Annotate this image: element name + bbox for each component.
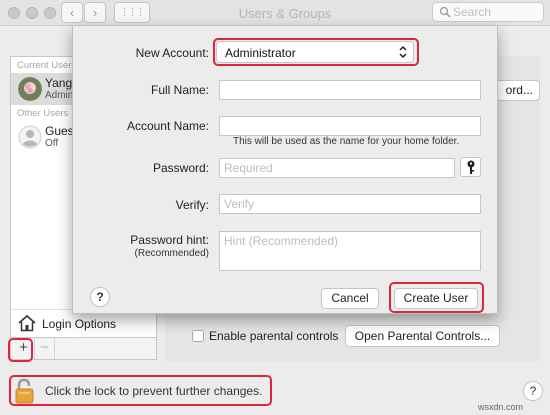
account-name-field[interactable]: [219, 116, 481, 136]
verify-field[interactable]: Verify: [219, 194, 481, 214]
window-title: Users & Groups: [238, 6, 332, 21]
password-hint-sublabel: (Recommended): [134, 248, 209, 259]
avatar-icon: [18, 77, 42, 101]
search-placeholder: Search: [453, 5, 492, 19]
lock-highlight: [9, 375, 272, 406]
account-name-hint: This will be used as the name for your h…: [233, 136, 460, 147]
title-bar: ‹ › ⋮⋮⋮ Users & Groups Search: [0, 0, 550, 26]
key-icon: [467, 160, 475, 174]
full-name-label: Full Name:: [150, 83, 209, 97]
account-name-label: Account Name:: [126, 119, 209, 133]
login-options-label: Login Options: [42, 317, 117, 331]
watermark: wsxdn.com: [478, 402, 524, 412]
house-icon: [18, 314, 36, 332]
password-field[interactable]: Required: [219, 158, 455, 178]
show-all-button[interactable]: ⋮⋮⋮: [114, 2, 150, 23]
open-parental-controls-button[interactable]: Open Parental Controls...: [345, 325, 500, 347]
guest-user-name: Gues: [45, 124, 74, 138]
other-users-label: Other Users: [17, 108, 69, 119]
parental-controls-checkbox[interactable]: [192, 330, 204, 342]
full-name-field[interactable]: [219, 80, 481, 100]
password-hint-field[interactable]: Hint (Recommended): [219, 231, 481, 271]
current-user-name: Yang: [45, 76, 73, 90]
password-hint-label: Password hint:: [130, 233, 209, 247]
account-type-highlight: [213, 38, 419, 66]
guest-user-status: Off: [45, 138, 59, 149]
current-user-role: Admin: [45, 90, 74, 101]
current-users-label: Current User: [17, 60, 72, 71]
verify-label: Verify:: [175, 198, 209, 212]
person-icon: [18, 125, 42, 149]
add-button-highlight: [8, 338, 33, 362]
create-user-highlight: [389, 282, 484, 313]
parental-controls-label: Enable parental controls: [209, 329, 339, 343]
minimize-window-button[interactable]: [26, 7, 38, 19]
cancel-button[interactable]: Cancel: [321, 288, 379, 309]
password-label: Password:: [152, 161, 209, 175]
search-field[interactable]: Search: [432, 2, 544, 22]
back-button[interactable]: ‹: [61, 2, 83, 23]
new-account-label: New Account:: [135, 46, 209, 60]
search-icon: [439, 6, 451, 18]
sheet-help-button[interactable]: ?: [90, 287, 110, 307]
help-button[interactable]: ?: [523, 381, 543, 401]
close-window-button[interactable]: [8, 7, 20, 19]
remove-user-button[interactable]: −: [34, 338, 55, 359]
password-assistant-button[interactable]: [460, 157, 481, 177]
change-password-button[interactable]: ord...: [492, 80, 540, 101]
new-account-sheet: New Account: Administrator Full Name: Ac…: [72, 26, 498, 314]
forward-button[interactable]: ›: [84, 2, 106, 23]
zoom-window-button[interactable]: [44, 7, 56, 19]
